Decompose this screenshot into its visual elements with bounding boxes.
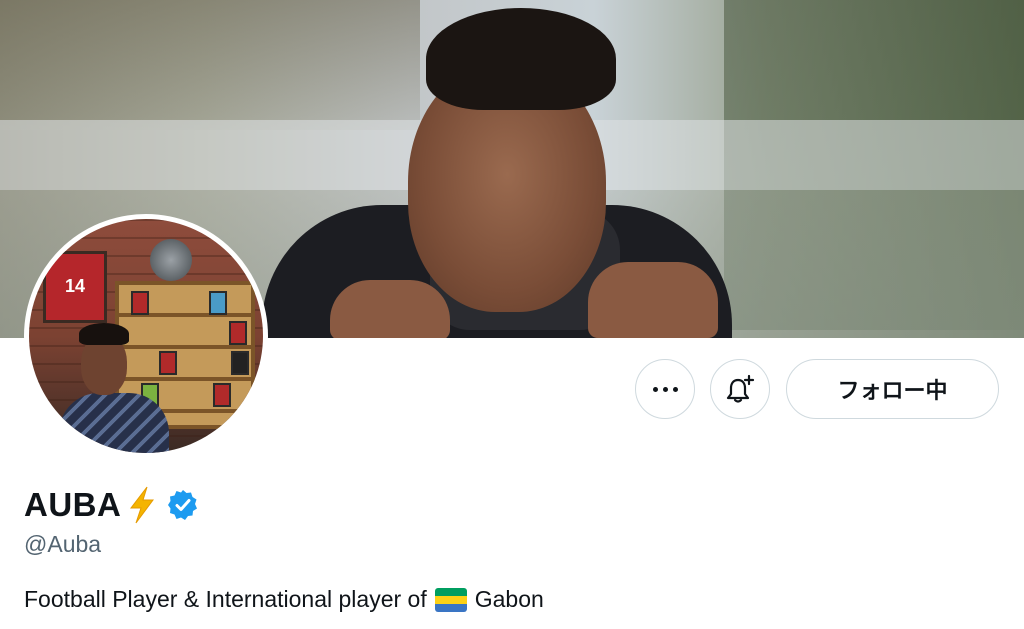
profile-avatar[interactable]: 14	[24, 214, 268, 458]
bio-text: Football Player & International player o…	[24, 586, 427, 612]
gabon-flag-icon	[434, 587, 467, 612]
more-dots-icon	[652, 386, 678, 392]
bio-country: Gabon	[474, 586, 544, 612]
banner-person-hair	[426, 8, 616, 110]
lightning-bolt-icon	[130, 486, 155, 524]
bell-plus-icon	[726, 374, 755, 403]
trophy-shield-icon	[150, 239, 192, 281]
jersey-number: 14	[64, 276, 86, 296]
following-button[interactable]: フォロー中	[786, 359, 999, 419]
framed-jersey: 14	[43, 251, 107, 323]
profile-bio: Football Player & International player o…	[24, 586, 544, 613]
following-button-label: フォロー中	[837, 379, 948, 404]
profile-name-row: AUBA	[24, 483, 199, 527]
verified-badge-icon	[168, 490, 198, 520]
avatar-person	[59, 323, 169, 453]
profile-handle: @Auba	[24, 531, 102, 557]
notifications-button[interactable]	[710, 359, 770, 419]
display-name: AUBA	[24, 486, 122, 523]
banner-background	[0, 0, 420, 130]
avatar-photo: 14	[29, 219, 263, 453]
more-button[interactable]	[635, 359, 695, 419]
